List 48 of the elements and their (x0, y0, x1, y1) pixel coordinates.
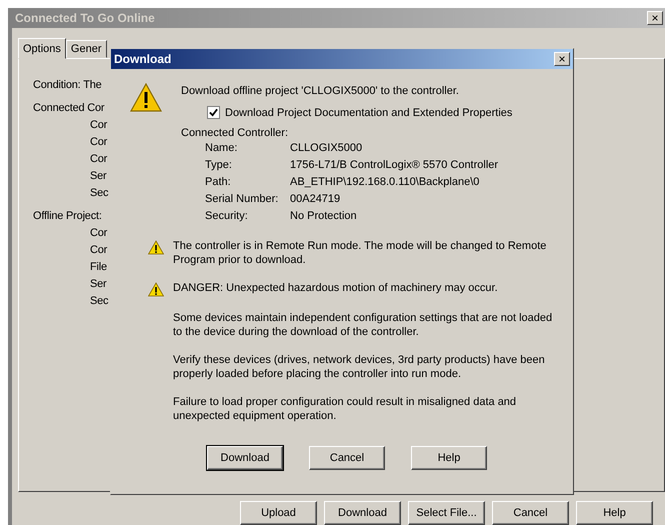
section-heading: Connected Controller: (181, 127, 290, 139)
close-button[interactable]: × (554, 52, 570, 66)
tab[interactable]: Options (18, 38, 66, 59)
notice-text: Some devices maintain independent configuration settings that are not loaded to the device during the download of the controller. (173, 311, 553, 339)
message-text: Download offline project 'CLLOGIX5000' to the controller. (181, 84, 460, 99)
dialog-button[interactable]: Help (411, 446, 487, 470)
field-label: Type: (205, 158, 233, 173)
field-label: Path: (205, 175, 232, 190)
dialog-button[interactable]: Cancel (309, 446, 385, 470)
field-value: AB_ETHIP\192.168.0.110\Backplane\0 (290, 175, 480, 190)
field-label: Cor (90, 152, 108, 167)
field-label: File (90, 260, 107, 275)
checkbox[interactable] (207, 106, 220, 119)
dialog-button[interactable]: Download (324, 501, 401, 525)
notice-text: Verify these devices (drives, network devices, 3rd party products) have been properly loaded before placing the controller into run mode. (173, 353, 546, 381)
field-label: Sec (90, 186, 108, 201)
warning-text: The controller is in Remote Run mode. The mode will be changed to Remote Program prior to download. (173, 239, 548, 267)
dialog-button[interactable]: Select File... (408, 501, 485, 525)
field-value: 00A24719 (290, 192, 342, 207)
tab[interactable]: Gener (66, 40, 106, 58)
notice-text: Failure to load proper configuration could result in misaligned data and unexpected equipment operation. (173, 395, 518, 423)
window-title: Connected To Go Online (15, 11, 155, 25)
warning-text: DANGER: Unexpected hazardous motion of machinery may occur. (173, 281, 498, 296)
field-value: CLLOGIX5000 (290, 141, 364, 156)
field-label: Ser (90, 277, 107, 292)
close-button[interactable]: × (647, 11, 663, 25)
field-label: Ser (90, 169, 107, 184)
field-label: Serial Number: (205, 192, 280, 207)
dialog-button[interactable]: Upload (240, 501, 317, 525)
warning-icon (130, 83, 162, 113)
field-label: Cor (90, 135, 108, 150)
field-label: Security: (205, 209, 249, 224)
field-label: Connected Cor (33, 101, 104, 116)
field-label: Cor (90, 226, 108, 241)
dialog-title: Download (114, 52, 172, 66)
dialog-button[interactable]: Help (576, 501, 653, 525)
field-value: No Protection (290, 209, 358, 224)
field-label: Cor (90, 118, 108, 133)
dialog-button[interactable]: Cancel (492, 501, 569, 525)
field-label: Offline Project: (33, 209, 102, 224)
field-label: Name: (205, 141, 238, 156)
field-value: 1756-L71/B ControlLogix® 5570 Controller (290, 158, 500, 173)
warning-icon (148, 240, 164, 255)
warning-icon (148, 282, 164, 297)
dialog-button[interactable]: Download (207, 446, 283, 470)
field-label: Condition: The (33, 78, 102, 93)
field-label: Cor (90, 243, 108, 258)
field-label: Sec (90, 294, 108, 309)
